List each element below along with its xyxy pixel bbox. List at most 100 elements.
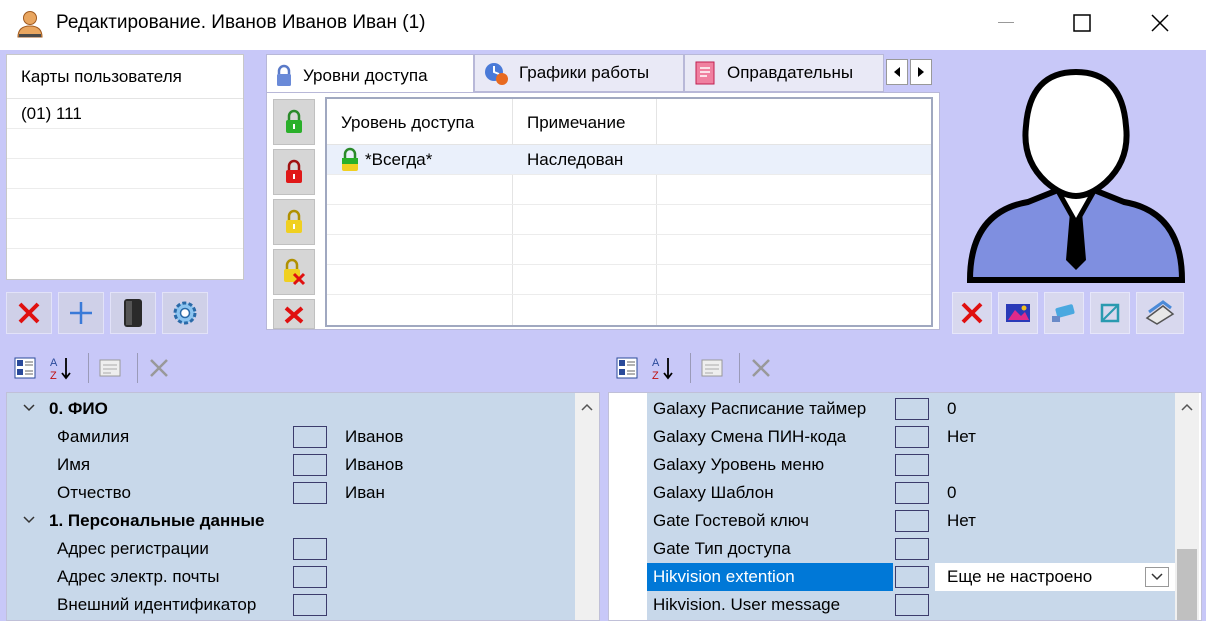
property-row[interactable]: Galaxy Уровень меню [609, 451, 1201, 479]
property-row[interactable]: Gate Гостевой ключ Нет [609, 507, 1201, 535]
tab-justifications[interactable]: Оправдательны [684, 54, 884, 92]
chevron-down-icon [23, 404, 35, 412]
close-button[interactable] [1130, 0, 1190, 46]
tab-scroll-right[interactable] [910, 59, 932, 85]
property-checkbox[interactable] [895, 538, 929, 560]
sort-az-icon: AZ [50, 357, 71, 381]
property-row[interactable]: Gate Тип доступа [609, 535, 1201, 563]
property-row[interactable]: Адрес регистрации [7, 535, 599, 563]
camera-icon [1052, 304, 1075, 322]
property-checkbox[interactable] [293, 538, 327, 560]
column-header-level[interactable]: Уровень доступа [341, 113, 474, 133]
clear-button[interactable] [746, 352, 776, 384]
property-pages-button[interactable] [697, 352, 727, 384]
property-row[interactable]: Фамилия Иванов [7, 423, 599, 451]
property-checkbox[interactable] [895, 454, 929, 476]
level-note: Наследован [527, 150, 624, 169]
user-cards-list[interactable]: Карты пользователя (01) 111 [6, 54, 244, 280]
property-checkbox[interactable] [293, 594, 327, 616]
dropdown-button[interactable] [1145, 567, 1169, 587]
crop-photo-button[interactable] [1090, 292, 1130, 334]
card-reader-button[interactable] [110, 292, 156, 334]
schedule-icon [485, 63, 508, 85]
clear-button[interactable] [144, 352, 174, 384]
category-row[interactable]: 1. Персональные данные [7, 507, 599, 535]
delete-level-button[interactable] [273, 299, 315, 329]
categorized-button[interactable] [10, 352, 40, 384]
table-row [327, 235, 931, 265]
property-row[interactable]: Имя Иванов [7, 451, 599, 479]
property-row[interactable]: Galaxy Смена ПИН-кода Нет [609, 423, 1201, 451]
window-title: Редактирование. Иванов Иванов Иван (1) [56, 12, 426, 33]
property-checkbox[interactable] [293, 454, 327, 476]
property-checkbox[interactable] [895, 482, 929, 504]
property-pages-icon [701, 359, 723, 377]
property-row-selected[interactable]: Hikvision extention Еще не настроено [609, 563, 1201, 591]
tab-schedules[interactable]: Графики работы [474, 54, 684, 92]
minimize-button[interactable] [976, 0, 1036, 46]
card-row[interactable]: (01) 111 [7, 99, 243, 129]
right-property-grid[interactable]: Galaxy Расписание таймер 0 Galaxy Смена … [608, 392, 1202, 621]
table-row[interactable]: *Всегда* Наследован [327, 145, 931, 175]
vertical-scrollbar[interactable] [1175, 393, 1199, 620]
delete-card-button[interactable] [6, 292, 52, 334]
delete-photo-button[interactable] [952, 292, 992, 334]
property-checkbox[interactable] [895, 594, 929, 616]
scan-photo-button[interactable] [1136, 292, 1184, 334]
avatar [966, 68, 1186, 283]
property-value[interactable]: Нет [947, 427, 976, 447]
sort-alpha-button[interactable]: AZ [648, 352, 678, 384]
property-row[interactable]: Hikvision. User message [609, 591, 1201, 619]
tab-scroll-left[interactable] [886, 59, 908, 85]
scrollbar-thumb[interactable] [1177, 549, 1197, 620]
partial-access-button[interactable] [273, 199, 315, 245]
vertical-scrollbar[interactable] [575, 393, 599, 620]
sort-alpha-button[interactable]: AZ [46, 352, 76, 384]
cards-header: Карты пользователя [7, 55, 243, 99]
card-settings-button[interactable] [162, 292, 208, 334]
property-row[interactable]: Galaxy Шаблон 0 [609, 479, 1201, 507]
toolbar-divider [690, 353, 691, 383]
camera-photo-button[interactable] [1044, 292, 1084, 334]
left-property-grid[interactable]: 0. ФИО Фамилия Иванов Имя Иванов Отчеств… [6, 392, 600, 621]
categorized-button[interactable] [612, 352, 642, 384]
maximize-button[interactable] [1052, 0, 1112, 46]
property-checkbox[interactable] [293, 426, 327, 448]
close-icon [150, 359, 168, 377]
grant-access-button[interactable] [273, 99, 315, 145]
document-icon [695, 61, 715, 85]
property-checkbox[interactable] [895, 566, 929, 588]
property-row[interactable]: Адрес электр. почты [7, 563, 599, 591]
property-value[interactable]: Нет [947, 511, 976, 531]
property-value[interactable]: 0 [947, 399, 956, 419]
property-checkbox[interactable] [293, 482, 327, 504]
property-name: Gate Тип доступа [653, 539, 791, 558]
property-checkbox[interactable] [895, 398, 929, 420]
crop-icon [1100, 303, 1120, 323]
property-value[interactable]: Иван [345, 483, 385, 503]
property-value[interactable]: Иванов [345, 427, 403, 447]
access-levels-grid[interactable]: Уровень доступа Примечание *Всегда* Насл… [325, 97, 933, 327]
category-row[interactable]: 0. ФИО [7, 395, 599, 423]
property-row[interactable]: Galaxy Расписание таймер 0 [609, 395, 1201, 423]
tab-access-levels[interactable]: Уровни доступа [266, 54, 474, 96]
categorized-icon [616, 357, 638, 379]
chevron-right-icon [918, 67, 924, 77]
property-row[interactable]: Внешний идентификатор [7, 591, 599, 619]
add-card-button[interactable] [58, 292, 104, 334]
deny-access-button[interactable] [273, 149, 315, 195]
remove-lock-button[interactable] [273, 249, 315, 295]
property-checkbox[interactable] [895, 426, 929, 448]
property-row[interactable]: Отчество Иван [7, 479, 599, 507]
property-name: Hikvision. User message [653, 595, 841, 614]
property-checkbox[interactable] [895, 510, 929, 532]
chevron-left-icon [894, 67, 900, 77]
property-value[interactable]: 0 [947, 483, 956, 503]
load-photo-button[interactable] [998, 292, 1038, 334]
property-value[interactable]: Иванов [345, 455, 403, 475]
property-checkbox[interactable] [293, 566, 327, 588]
column-header-note[interactable]: Примечание [527, 113, 625, 133]
property-value[interactable]: Еще не настроено [947, 567, 1092, 587]
close-icon [1151, 14, 1169, 32]
property-pages-button[interactable] [95, 352, 125, 384]
